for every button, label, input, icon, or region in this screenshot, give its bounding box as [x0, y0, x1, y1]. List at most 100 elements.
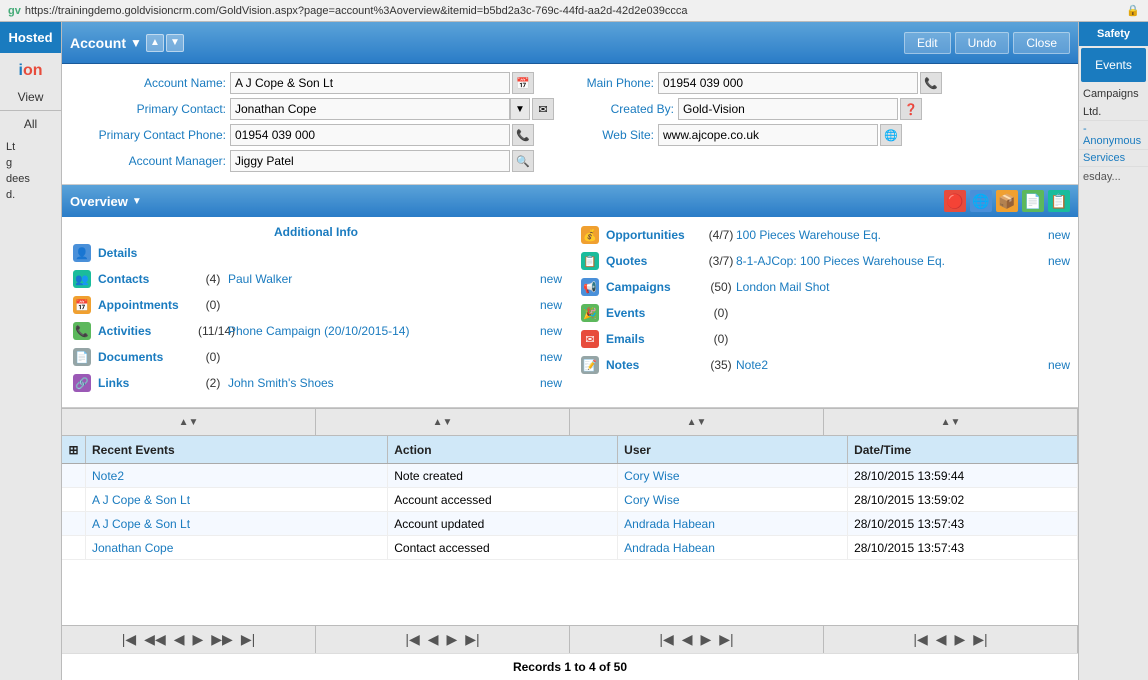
- links-link[interactable]: John Smith's Shoes: [228, 376, 540, 390]
- undo-button[interactable]: Undo: [955, 32, 1010, 54]
- sort-up-2[interactable]: ▲: [433, 417, 443, 428]
- nav-next-2[interactable]: ▶: [445, 631, 460, 648]
- primary-contact-input[interactable]: [230, 98, 510, 120]
- sort-down-1[interactable]: ▼: [189, 417, 199, 428]
- sort-down-3[interactable]: ▼: [697, 417, 707, 428]
- overview-icon-5[interactable]: 📋: [1048, 190, 1070, 212]
- quotes-new[interactable]: new: [1048, 254, 1070, 268]
- sort-up-4[interactable]: ▲: [941, 417, 951, 428]
- phone-copy-icon[interactable]: 📞: [512, 124, 534, 146]
- main-phone-input[interactable]: [658, 72, 918, 94]
- td-name-4[interactable]: Jonathan Cope: [86, 536, 388, 559]
- overview-icon-2[interactable]: 🌐: [970, 190, 992, 212]
- account-dropdown-icon[interactable]: ▼: [130, 36, 142, 50]
- td-user-3[interactable]: Andrada Habean: [618, 512, 848, 535]
- sidebar-view[interactable]: View: [0, 86, 61, 108]
- web-site-icon[interactable]: 🌐: [880, 124, 902, 146]
- primary-contact-phone-input[interactable]: [230, 124, 510, 146]
- overview-icon-4[interactable]: 📄: [1022, 190, 1044, 212]
- rs-events-button[interactable]: Events: [1081, 48, 1146, 82]
- sort-down-4[interactable]: ▼: [951, 417, 961, 428]
- close-button[interactable]: Close: [1013, 32, 1070, 54]
- nav-first-1[interactable]: |◀: [120, 631, 138, 648]
- links-new[interactable]: new: [540, 376, 562, 390]
- emails-label[interactable]: Emails: [606, 332, 706, 346]
- sidebar-all[interactable]: All: [0, 113, 61, 135]
- td-name-3[interactable]: A J Cope & Son Lt: [86, 512, 388, 535]
- account-manager-input[interactable]: [230, 150, 510, 172]
- overview-dropdown-icon[interactable]: ▼: [132, 196, 142, 207]
- activities-new[interactable]: new: [540, 324, 562, 338]
- contacts-label[interactable]: Contacts: [98, 272, 198, 286]
- web-site-input[interactable]: [658, 124, 878, 146]
- quotes-link[interactable]: 8-1-AJCop: 100 Pieces Warehouse Eq.: [736, 254, 1048, 268]
- nav-next-4[interactable]: ▶: [953, 631, 968, 648]
- opportunities-link[interactable]: 100 Pieces Warehouse Eq.: [736, 228, 1048, 242]
- links-label[interactable]: Links: [98, 376, 198, 390]
- created-by-icon[interactable]: ❓: [900, 98, 922, 120]
- sidebar-item-4[interactable]: d.: [2, 187, 59, 203]
- account-name-input[interactable]: [230, 72, 510, 94]
- td-name-1[interactable]: Note2: [86, 464, 388, 487]
- nav-first-2[interactable]: |◀: [403, 631, 421, 648]
- nav-last-2[interactable]: ▶|: [463, 631, 481, 648]
- th-expand[interactable]: ⊞: [62, 436, 86, 463]
- nav-prev-4[interactable]: ◀: [934, 631, 949, 648]
- sort-up-1[interactable]: ▲: [179, 417, 189, 428]
- events-label[interactable]: Events: [606, 306, 706, 320]
- nav-prev-2[interactable]: ◀: [426, 631, 441, 648]
- account-manager-search-icon[interactable]: 🔍: [512, 150, 534, 172]
- nav-last-3[interactable]: ▶|: [717, 631, 735, 648]
- documents-new[interactable]: new: [540, 350, 562, 364]
- rs-item-2[interactable]: - Anonymous: [1079, 121, 1148, 150]
- url-bar[interactable]: https://trainingdemo.goldvisioncrm.com/G…: [25, 5, 1126, 17]
- activities-label[interactable]: Activities: [98, 324, 198, 338]
- sort-down-2[interactable]: ▼: [443, 417, 453, 428]
- nav-prev-1[interactable]: ◀: [172, 631, 187, 648]
- account-down-btn[interactable]: ▼: [166, 34, 184, 52]
- contacts-link[interactable]: Paul Walker: [228, 272, 540, 286]
- notes-new[interactable]: new: [1048, 358, 1070, 372]
- td-user-4[interactable]: Andrada Habean: [618, 536, 848, 559]
- campaigns-label[interactable]: Campaigns: [606, 280, 706, 294]
- nav-next-3[interactable]: ▶: [699, 631, 714, 648]
- campaigns-link[interactable]: London Mail Shot: [736, 280, 1070, 294]
- activities-link[interactable]: Phone Campaign (20/10/2015-14): [228, 324, 540, 338]
- appointments-new[interactable]: new: [540, 298, 562, 312]
- nav-last-1[interactable]: ▶|: [239, 631, 257, 648]
- edit-button[interactable]: Edit: [904, 32, 951, 54]
- primary-contact-email-icon[interactable]: ✉: [532, 98, 554, 120]
- td-user-2[interactable]: Cory Wise: [618, 488, 848, 511]
- notes-label[interactable]: Notes: [606, 358, 706, 372]
- contacts-new[interactable]: new: [540, 272, 562, 286]
- sidebar-item-1[interactable]: Lt: [2, 139, 59, 155]
- nav-prev-3[interactable]: ◀: [680, 631, 695, 648]
- details-label[interactable]: Details: [98, 246, 198, 260]
- overview-icon-3[interactable]: 📦: [996, 190, 1018, 212]
- sort-up-3[interactable]: ▲: [687, 417, 697, 428]
- td-name-2[interactable]: A J Cope & Son Lt: [86, 488, 388, 511]
- overview-icon-1[interactable]: 🔴: [944, 190, 966, 212]
- nav-first-3[interactable]: |◀: [657, 631, 675, 648]
- notes-link[interactable]: Note2: [736, 358, 1048, 372]
- nav-last-4[interactable]: ▶|: [971, 631, 989, 648]
- account-up-btn[interactable]: ▲: [146, 34, 164, 52]
- created-by-input: [678, 98, 898, 120]
- sidebar-item-3[interactable]: dees: [2, 171, 59, 187]
- primary-contact-dropdown[interactable]: ▼: [510, 98, 530, 120]
- opportunities-new[interactable]: new: [1048, 228, 1070, 242]
- nav-next-1[interactable]: ▶: [191, 631, 206, 648]
- appointments-label[interactable]: Appointments: [98, 298, 198, 312]
- quotes-label[interactable]: Quotes: [606, 254, 706, 268]
- nav-next-page-1[interactable]: ▶▶: [209, 631, 235, 648]
- td-user-1[interactable]: Cory Wise: [618, 464, 848, 487]
- account-name-calendar-icon[interactable]: 📅: [512, 72, 534, 94]
- documents-label[interactable]: Documents: [98, 350, 198, 364]
- nav-first-4[interactable]: |◀: [911, 631, 929, 648]
- sidebar-item-2[interactable]: g: [2, 155, 59, 171]
- opportunities-label[interactable]: Opportunities: [606, 228, 706, 242]
- main-phone-icon[interactable]: 📞: [920, 72, 942, 94]
- rs-item-1[interactable]: Ltd.: [1079, 104, 1148, 121]
- nav-prev-page-1[interactable]: ◀◀: [142, 631, 168, 648]
- rs-item-3[interactable]: Services: [1079, 150, 1148, 167]
